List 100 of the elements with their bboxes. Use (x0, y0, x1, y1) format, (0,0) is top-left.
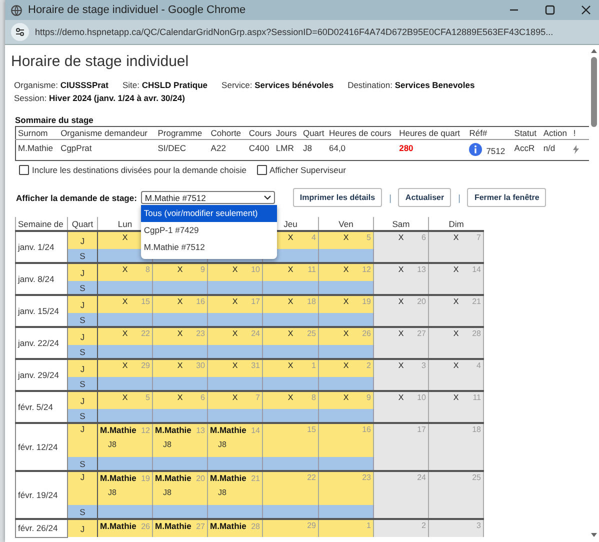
table-cell: SI/DEC (156, 140, 209, 161)
day-number: 18 (307, 297, 316, 306)
table-cell: C400 (246, 140, 274, 161)
day-number: 1 (312, 361, 316, 370)
column-header: Quart (72, 218, 94, 229)
student-name[interactable]: M.Mathie (155, 425, 192, 436)
day-number: 4 (312, 233, 316, 242)
action-button[interactable]: Actualiser (398, 188, 452, 208)
day-number: 23 (362, 473, 371, 482)
student-name[interactable]: M.Mathie (155, 521, 192, 532)
info-field: Session: Hiver 2024 (janv. 1/24 à avr. 30/24) (14, 93, 185, 103)
field-label: Afficher la demande de stage: (16, 192, 137, 203)
column-header: Organisme demandeur (58, 126, 156, 140)
week-label: févr. 26/24 (18, 523, 58, 534)
close-icon[interactable] (579, 3, 593, 17)
column-header: Jours (274, 126, 301, 140)
day-number: 28 (472, 329, 481, 338)
column-header: Cours (246, 126, 274, 140)
day-number: 10 (417, 393, 426, 402)
dropdown-option[interactable]: Tous (voir/modifier seulement) (140, 205, 277, 222)
unavailable-mark: X (343, 265, 349, 274)
shift-label: S (80, 250, 86, 261)
day-number: 15 (141, 297, 150, 306)
action-button[interactable]: Imprimer les détails (292, 188, 382, 208)
shift-label: J (80, 236, 85, 246)
table-cell: 7512 (486, 146, 506, 156)
action-button[interactable]: Fermer la fenêtre (467, 188, 546, 208)
day-number: 10 (251, 265, 260, 274)
day-number: 31 (251, 361, 260, 370)
day-number: 2 (366, 361, 371, 370)
unavailable-mark: X (232, 265, 238, 274)
column-header: Ven (338, 218, 354, 229)
unavailable-mark: X (177, 393, 183, 402)
lightning-icon[interactable] (573, 145, 580, 154)
unavailable-mark: X (122, 329, 128, 338)
student-name[interactable]: M.Mathie (100, 521, 136, 532)
day-number: 21 (251, 474, 260, 484)
maximize-icon[interactable] (543, 3, 557, 17)
day-number: 20 (196, 474, 205, 484)
checkbox[interactable] (19, 165, 29, 176)
day-number: 30 (196, 361, 205, 370)
table-cell: A22 (208, 140, 247, 161)
shift-label: J (80, 332, 85, 342)
table-cell: M.Mathie (16, 140, 59, 161)
student-name[interactable]: M.Mathie (100, 425, 136, 436)
unavailable-mark: X (288, 265, 294, 274)
column-header: Sam (392, 218, 410, 229)
day-number: 20 (417, 297, 426, 306)
unavailable-mark: X (122, 297, 128, 306)
student-name[interactable]: M.Mathie (210, 521, 246, 532)
table-cell: n/d (541, 140, 572, 161)
dropdown-option[interactable]: CgpP-1 #7429 (140, 222, 277, 240)
dropdown-option[interactable]: M.Mathie #7512 (140, 239, 277, 256)
day-number: 6 (200, 393, 205, 402)
day-number: 13 (196, 426, 205, 436)
day-number: 22 (307, 473, 316, 482)
student-name[interactable]: M.Mathie (155, 473, 192, 484)
unavailable-mark: X (177, 329, 183, 338)
shift-label: S (80, 458, 86, 469)
day-number: 7 (476, 233, 481, 242)
day-number: 5 (146, 393, 150, 402)
day-number: 27 (417, 329, 426, 338)
checkbox-label: Inclure les destinations divisées pour la demande choisie (32, 165, 247, 176)
day-number: 23 (196, 329, 205, 338)
unavailable-mark: X (232, 361, 238, 370)
column-header: Heures de quart (397, 126, 468, 140)
day-number: 25 (307, 329, 316, 338)
checkbox[interactable] (256, 165, 267, 176)
day-number: 7 (256, 393, 260, 402)
globe-icon (11, 4, 22, 16)
table-cell: AccR (512, 140, 542, 161)
week-label: févr. 19/24 (18, 490, 58, 500)
column-header: Cohorte (208, 126, 247, 140)
table-cell: CgpPrat (58, 140, 156, 161)
shift-label: S (80, 378, 86, 389)
unavailable-mark: X (453, 393, 459, 402)
chevron-icon (264, 195, 271, 200)
student-name[interactable]: M.Mathie (210, 473, 246, 484)
day-number: 29 (141, 361, 150, 370)
info-field: Site: CHSLD Pratique (122, 80, 208, 90)
shift-label: J (80, 300, 85, 310)
student-name[interactable]: M.Mathie (210, 425, 246, 436)
week-label: janv. 29/24 (18, 370, 59, 380)
shift-label: S (80, 282, 86, 293)
request-dropdown[interactable]: M.Mathie #7512 (140, 191, 275, 204)
day-number: 9 (200, 265, 205, 274)
shift-label: J (80, 396, 85, 406)
shift-label: J (80, 268, 85, 278)
checkbox-label: Afficher Superviseur (270, 165, 346, 176)
student-name[interactable]: M.Mathie (100, 473, 136, 484)
column-header: ! (571, 126, 589, 140)
shift-code: J8 (218, 440, 226, 450)
column-header: Lun (118, 218, 132, 229)
info-field: Service: Services bénévoles (222, 80, 334, 90)
unavailable-mark: X (398, 393, 404, 402)
shift-label: S (80, 410, 86, 421)
site-settings-icon[interactable] (11, 23, 29, 41)
info-icon[interactable] (469, 143, 482, 156)
day-number: 29 (307, 521, 316, 530)
unavailable-mark: X (288, 233, 294, 242)
